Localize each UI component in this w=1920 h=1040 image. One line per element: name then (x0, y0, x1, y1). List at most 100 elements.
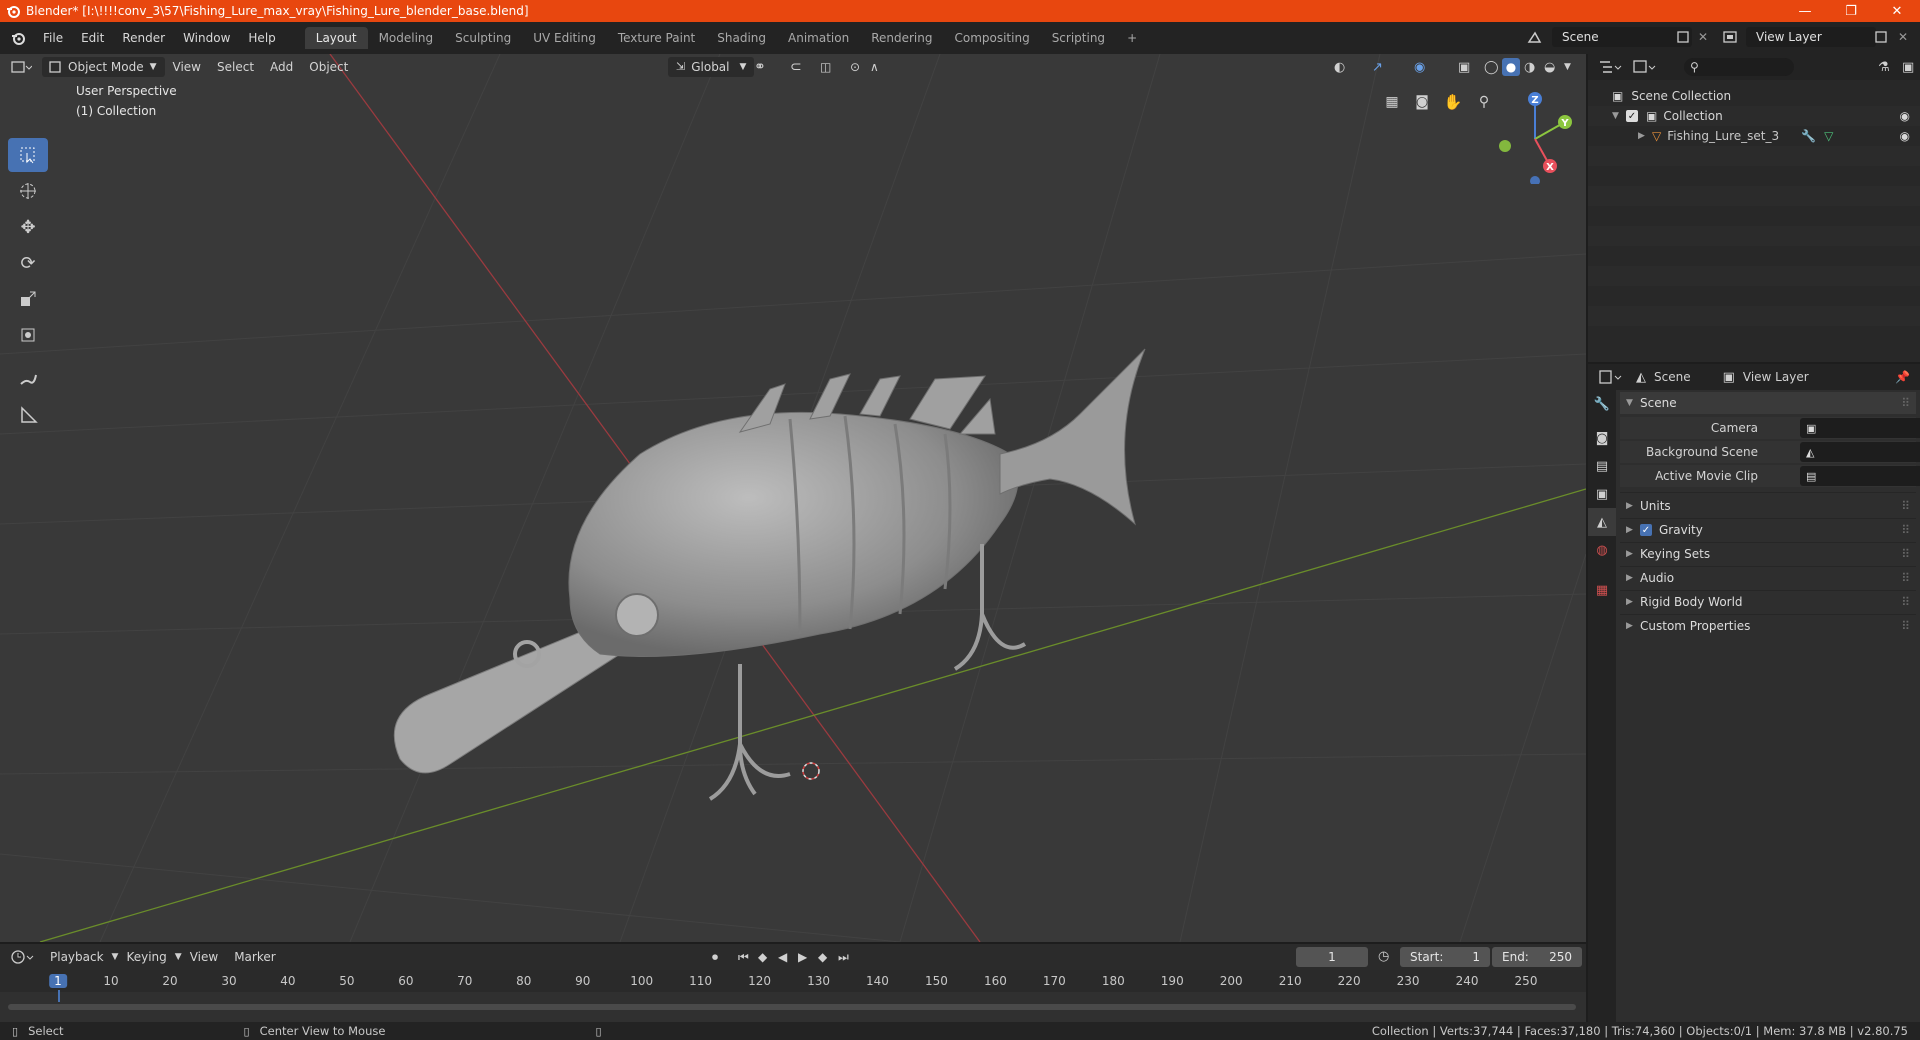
drag-handle-icon[interactable]: ⠿ (1901, 595, 1910, 609)
keying-sets-panel-header[interactable]: ▶ Keying Sets ⠿ (1620, 543, 1916, 565)
end-frame-field[interactable]: End: 250 (1492, 947, 1582, 967)
transform-tool[interactable] (8, 318, 48, 352)
toggle-grid-view-button[interactable]: ▦ (1378, 88, 1406, 116)
clock-icon[interactable]: ◷ (1378, 949, 1389, 964)
audio-panel-header[interactable]: ▶ Audio ⠿ (1620, 567, 1916, 589)
move-tool[interactable]: ✥ (8, 210, 48, 244)
view-layer-field[interactable]: View Layer (1746, 27, 1876, 47)
jump-start-icon[interactable]: ⏮ (738, 950, 749, 965)
new-view-layer-icon[interactable] (1874, 30, 1888, 44)
viewport-menu-add[interactable]: Add (262, 57, 301, 77)
tab-view-layer[interactable]: ▣ (1588, 480, 1616, 508)
tab-sculpting[interactable]: Sculpting (444, 27, 522, 49)
transform-orientation-dropdown[interactable]: ⇲ Global ▼ (668, 57, 755, 77)
pivot-point-icon[interactable]: ⚭ (754, 59, 766, 75)
new-scene-icon[interactable] (1676, 30, 1690, 44)
cursor-tool[interactable] (8, 174, 48, 208)
neg-y-axis-handle[interactable] (1499, 140, 1511, 152)
material-shading-icon[interactable]: ◑ (1524, 60, 1535, 75)
snap-target-icon[interactable]: ◫ (820, 60, 831, 74)
background-scene-field[interactable]: ◭ (1800, 442, 1920, 462)
pan-view-button[interactable]: ✋ (1439, 88, 1467, 116)
eye-icon[interactable]: ◉ (1900, 109, 1910, 123)
timeline-editor-type-icon[interactable] (10, 948, 34, 966)
viewport-menu-select[interactable]: Select (209, 57, 262, 77)
display-mode-icon[interactable] (1632, 58, 1656, 76)
custom-properties-panel-header[interactable]: ▶ Custom Properties ⠿ (1620, 615, 1916, 637)
3d-cursor[interactable] (802, 762, 820, 780)
jump-end-icon[interactable]: ⏭ (838, 950, 849, 965)
drag-handle-icon[interactable]: ⠿ (1901, 396, 1910, 410)
record-icon[interactable]: ⏺ (712, 950, 718, 965)
tab-scripting[interactable]: Scripting (1041, 27, 1116, 49)
menu-edit[interactable]: Edit (72, 31, 113, 45)
drag-handle-icon[interactable]: ⠿ (1901, 547, 1910, 561)
select-box-tool[interactable] (8, 138, 48, 172)
rigid-body-world-panel-header[interactable]: ▶ Rigid Body World ⠿ (1620, 591, 1916, 613)
outliner-row-object[interactable]: ▶ ▽ Fishing_Lure_set_3 🔧 ▽ ◉ (1588, 126, 1920, 146)
playhead[interactable]: 1 (49, 974, 67, 988)
tab-render[interactable]: ◙ (1588, 424, 1616, 452)
expand-arrow-icon[interactable]: ▶ (1638, 131, 1652, 141)
tab-texture[interactable]: ▦ (1588, 576, 1616, 604)
outliner-search-input[interactable]: ⚲ (1684, 58, 1794, 76)
drag-handle-icon[interactable]: ⠿ (1901, 619, 1910, 633)
navigation-gizmo[interactable]: Z Y X (1490, 84, 1580, 184)
tab-output[interactable]: ▤ (1588, 452, 1616, 480)
solid-shading-icon[interactable]: ● (1502, 58, 1520, 76)
gravity-panel-header[interactable]: ▶ ✓ Gravity ⠿ (1620, 519, 1916, 541)
outliner-editor-type-icon[interactable] (1598, 58, 1622, 76)
timeline-scrollbar[interactable] (8, 1004, 1576, 1010)
tab-scene[interactable]: ◭ (1588, 508, 1616, 536)
timeline-menu-keying[interactable]: Keying (118, 947, 174, 967)
expand-arrow-icon[interactable]: ▼ (1612, 111, 1626, 121)
shading-options-icon[interactable]: ▼ (1564, 62, 1571, 72)
menu-file[interactable]: File (34, 31, 72, 45)
tab-modeling[interactable]: Modeling (368, 27, 445, 49)
timeline-menu-playback[interactable]: Playback (42, 947, 112, 967)
blender-menu-icon[interactable] (10, 30, 26, 46)
minimize-button[interactable]: — (1782, 0, 1828, 22)
timeline-menu-marker[interactable]: Marker (226, 947, 283, 967)
drag-handle-icon[interactable]: ⠿ (1901, 571, 1910, 585)
new-collection-icon[interactable]: ▣ (1902, 60, 1914, 75)
gizmo-toggle-icon[interactable]: ↗ (1372, 60, 1383, 75)
annotate-tool[interactable] (8, 362, 48, 396)
collection-checkbox[interactable]: ✓ (1626, 110, 1638, 122)
gravity-checkbox[interactable]: ✓ (1640, 524, 1652, 536)
tab-shading[interactable]: Shading (706, 27, 777, 49)
measure-tool[interactable] (8, 398, 48, 432)
menu-help[interactable]: Help (239, 31, 284, 45)
scene-field[interactable]: Scene (1552, 27, 1692, 47)
tab-tool[interactable]: 🔧 (1588, 390, 1616, 418)
camera-view-button[interactable]: ◙ (1408, 88, 1436, 116)
tab-compositing[interactable]: Compositing (943, 27, 1040, 49)
current-frame-field[interactable]: 1 (1296, 947, 1368, 967)
scene-selector-icon[interactable] (1526, 29, 1544, 47)
tab-rendering[interactable]: Rendering (860, 27, 943, 49)
neg-z-axis-handle[interactable] (1530, 176, 1540, 184)
scene-panel-header[interactable]: ▼ Scene ⠿ (1620, 392, 1916, 414)
3d-viewport[interactable]: Object Mode ▼ View Select Add Object ⇲ G… (0, 54, 1586, 942)
outliner-row-scene-collection[interactable]: ▣ Scene Collection (1588, 86, 1920, 106)
play-reverse-icon[interactable]: ◀ (778, 950, 787, 964)
next-keyframe-icon[interactable]: ◆ (818, 950, 827, 964)
snap-icon[interactable]: ⊂ (790, 59, 802, 75)
viewport-menu-view[interactable]: View (165, 57, 209, 77)
rendered-shading-icon[interactable]: ◒ (1544, 60, 1555, 75)
timeline-menu-view[interactable]: View (182, 947, 226, 967)
tab-texture-paint[interactable]: Texture Paint (607, 27, 706, 49)
tab-world[interactable]: ◍ (1588, 536, 1616, 564)
filter-icon[interactable]: ⚗ (1878, 60, 1890, 75)
frame-ruler[interactable]: 1 10 20 30 40 50 60 70 80 90 100 110 120 130 140 150 160… (0, 970, 1586, 1002)
maximize-button[interactable]: ❐ (1828, 0, 1874, 22)
close-button[interactable]: ✕ (1874, 0, 1920, 22)
pin-icon[interactable]: 📌 (1895, 370, 1910, 384)
wireframe-shading-icon[interactable]: ◯ (1484, 60, 1499, 75)
drag-handle-icon[interactable]: ⠿ (1901, 523, 1910, 537)
tab-uv-editing[interactable]: UV Editing (522, 27, 607, 49)
modifier-wrench-icon[interactable]: 🔧 (1801, 129, 1816, 143)
eye-icon[interactable]: ◉ (1900, 129, 1910, 143)
editor-type-icon[interactable] (10, 58, 32, 76)
visibility-icon[interactable]: ◐ (1334, 60, 1345, 75)
